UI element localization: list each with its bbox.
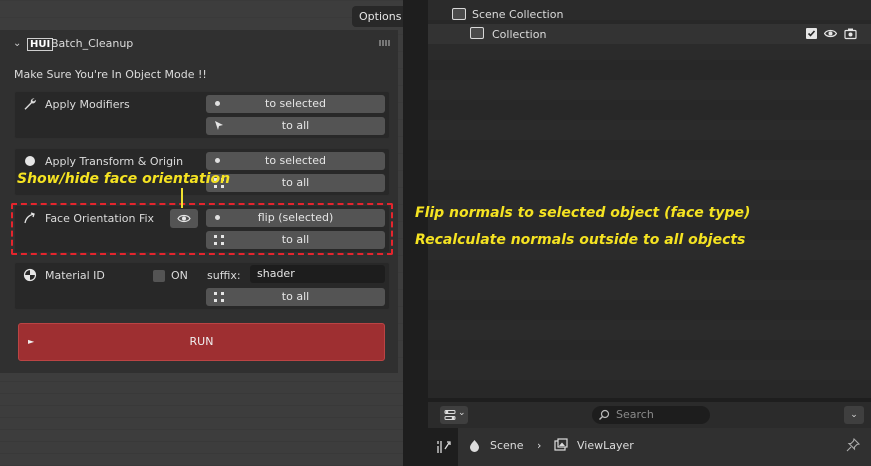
cursor-icon [215, 121, 223, 130]
suffix-label: suffix: [207, 269, 241, 282]
tool-settings-icon[interactable] [436, 440, 452, 454]
search-icon [599, 409, 610, 420]
scene-collection-label: Scene Collection [472, 8, 564, 21]
button-label: to selected [265, 154, 326, 167]
breadcrumb-viewlayer[interactable]: ViewLayer [577, 439, 634, 452]
drag-grip-icon[interactable] [379, 40, 391, 46]
apply-transform-all-button[interactable]: to all [206, 174, 385, 192]
panel-title: Batch_Cleanup [51, 37, 134, 50]
apply-transform-selected-button[interactable]: to selected [206, 152, 385, 170]
button-label: to all [281, 119, 310, 132]
options-label: Options [359, 10, 402, 23]
apply-modifiers-all-button[interactable]: to all [206, 117, 385, 135]
material-id-all-button[interactable]: to all [206, 288, 385, 306]
checkbox-checked-icon[interactable] [805, 27, 818, 40]
run-label: RUN [189, 335, 214, 348]
annotation-recalc-normals: Recalculate normals outside to all objec… [415, 232, 746, 248]
annotation-leader-line [181, 188, 183, 208]
dot-icon [215, 158, 220, 163]
chevron-down-icon[interactable]: ⌄ [13, 38, 21, 49]
dot-icon [215, 101, 220, 106]
circle-icon [25, 156, 35, 166]
wrench-icon [24, 98, 36, 110]
annotation-highlight-box [11, 203, 393, 255]
apply-modifiers-box: Apply Modifiers to selected to all [14, 91, 390, 139]
outliner-row-collection[interactable]: Collection [428, 24, 871, 44]
eye-icon[interactable] [824, 27, 837, 40]
viewport-grid [0, 370, 403, 466]
annotation-show-hide: Show/hide face orientation [17, 171, 231, 187]
properties-editor-icon [444, 410, 456, 420]
suffix-input[interactable]: shader [250, 265, 385, 283]
breadcrumb-separator-icon: › [537, 439, 542, 452]
chevron-down-icon: ⌄ [458, 408, 466, 418]
collection-label: Collection [492, 28, 547, 41]
apply-transform-label: Apply Transform & Origin [45, 155, 184, 168]
properties-header: ⌄ Search ⌄ [428, 402, 871, 428]
camera-icon[interactable] [844, 27, 857, 40]
grid-four-icon [214, 292, 224, 302]
play-icon: ► [28, 337, 35, 346]
chevron-down-icon[interactable]: ⌄ [844, 406, 864, 424]
breadcrumb-scene[interactable]: Scene [490, 439, 524, 452]
apply-modifiers-selected-button[interactable]: to selected [206, 95, 385, 113]
mode-note: Make Sure You're In Object Mode !! [14, 68, 207, 81]
panel-header[interactable]: ⌄ HUI Batch_Cleanup [0, 30, 398, 58]
properties-search-input[interactable]: Search [592, 406, 710, 424]
properties-tab-strip [428, 428, 458, 466]
properties-editor: ⌄ Search ⌄ Scene › ViewLayer [428, 402, 871, 466]
button-label: to all [281, 290, 310, 303]
search-placeholder: Search [616, 408, 654, 421]
material-sphere-icon [23, 268, 37, 282]
3d-viewport[interactable]: Options ⌄ ⌄ HUI Batch_Cleanup Make Sure … [0, 0, 420, 466]
addon-logo: HUI [27, 38, 54, 51]
editor-type-dropdown[interactable]: ⌄ [440, 406, 468, 424]
checkbox-label: ON [171, 269, 188, 282]
apply-modifiers-label: Apply Modifiers [45, 98, 130, 111]
pin-icon[interactable] [846, 438, 860, 452]
outliner[interactable]: Scene Collection Collection [428, 0, 871, 398]
outliner-row-scene-collection[interactable]: Scene Collection [428, 4, 871, 24]
button-label: to selected [265, 97, 326, 110]
run-button[interactable]: ► RUN [18, 323, 385, 361]
material-id-checkbox[interactable] [153, 270, 165, 282]
annotation-flip-normals: Flip normals to selected object (face ty… [415, 205, 751, 221]
batch-cleanup-panel: ⌄ HUI Batch_Cleanup Make Sure You're In … [0, 30, 398, 373]
scene-icon [470, 440, 479, 452]
collection-box-icon [470, 27, 484, 39]
material-id-label: Material ID [45, 269, 105, 282]
view-layer-icon [554, 438, 568, 451]
material-id-box: Material ID ON suffix: shader to all [14, 262, 390, 310]
button-label: to all [281, 176, 310, 189]
collection-box-icon [452, 8, 466, 20]
